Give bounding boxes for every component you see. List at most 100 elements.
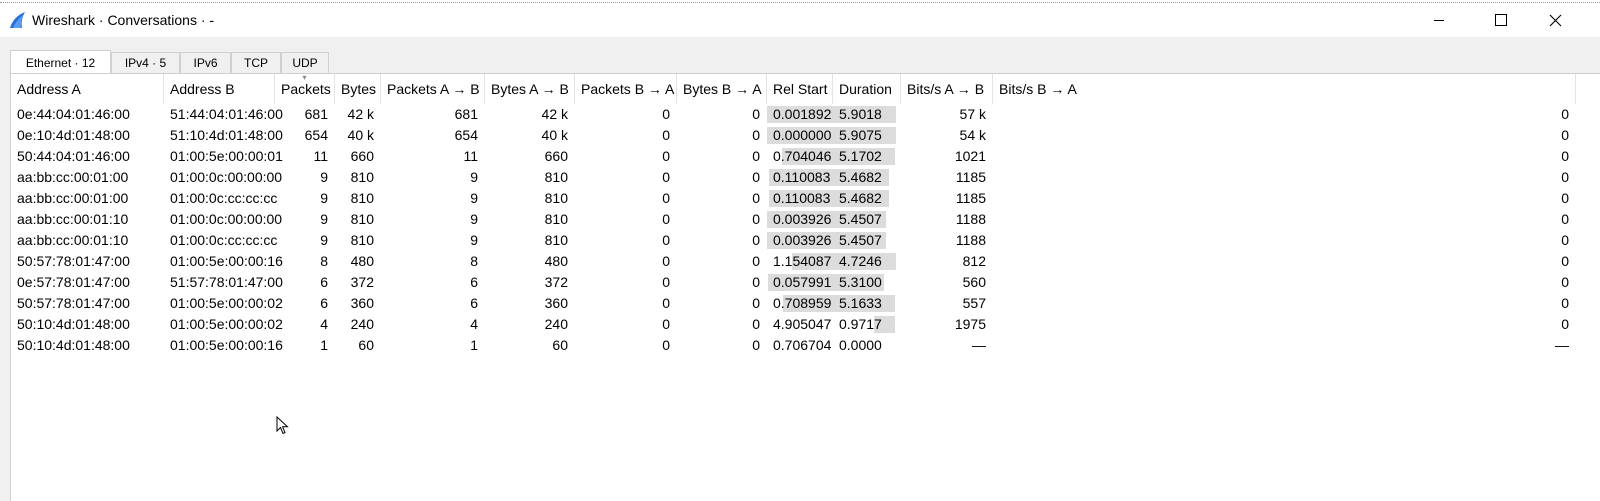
cell-address-a: aa:bb:cc:00:01:00 <box>17 169 129 185</box>
column-header-packets-b-to-a[interactable]: Packets B → A <box>575 74 677 104</box>
cell-bytes: 810 <box>350 190 374 206</box>
column-header-packets[interactable]: Packets ▾ <box>275 74 335 104</box>
cell-packets-b-to-a: 0 <box>662 316 670 332</box>
column-header-bits-b-to-a[interactable]: Bits/s B → A <box>993 74 1576 104</box>
table-row[interactable]: aa:bb:cc:00:01:00 01:00:0c:cc:cc:cc 9 810 9 8… <box>11 188 1600 209</box>
cell-address-a: 50:57:78:01:47:00 <box>17 253 130 269</box>
cell-packets-a-to-b: 9 <box>470 169 478 185</box>
column-header-bits-a-to-b[interactable]: Bits/s A → B <box>901 74 993 104</box>
cell-rel-start: 0.708959 <box>773 295 832 311</box>
tab-tcp[interactable]: TCP <box>231 52 281 73</box>
cell-bytes-b-to-a: 0 <box>752 148 760 164</box>
cell-rel-start: 1.154087 <box>773 253 832 269</box>
cell-bytes: 360 <box>350 295 374 311</box>
table-row[interactable]: aa:bb:cc:00:01:00 01:00:0c:00:00:00 9 810 9 8… <box>11 167 1600 188</box>
cell-bits-a-to-b: 57 k <box>959 106 986 122</box>
cell-bytes: 240 <box>350 316 374 332</box>
cell-rel-start: 4.905047 <box>773 316 832 332</box>
cell-bits-b-to-a: 0 <box>1561 148 1569 164</box>
cell-address-a: aa:bb:cc:00:01:10 <box>17 211 129 227</box>
column-header-label: Address B <box>170 81 235 97</box>
cell-address-b: 01:00:0c:cc:cc:cc <box>170 232 278 248</box>
table-row[interactable]: aa:bb:cc:00:01:10 01:00:0c:00:00:00 9 810 9 8… <box>11 209 1600 230</box>
cell-bytes-b-to-a: 0 <box>752 295 760 311</box>
cell-packets-a-to-b: 681 <box>454 106 478 122</box>
cell-bytes: 810 <box>350 211 374 227</box>
cell-address-b: 51:57:78:01:47:00 <box>170 274 283 290</box>
column-header-bytes-a-to-b[interactable]: Bytes A → B <box>485 74 575 104</box>
tab-ipv6[interactable]: IPv6 <box>180 52 231 73</box>
tab-udp[interactable]: UDP <box>281 52 329 73</box>
cell-bytes-a-to-b: 240 <box>544 316 568 332</box>
table-row[interactable]: 0e:44:04:01:46:00 51:44:04:01:46:00 681 42 … <box>11 104 1600 125</box>
table-row[interactable]: 50:10:4d:01:48:00 01:00:5e:00:00:16 1 60 1 60… <box>11 335 1600 356</box>
cell-packets: 8 <box>320 253 328 269</box>
cell-address-b: 01:00:5e:00:00:16 <box>170 337 283 353</box>
conversations-table[interactable]: Address A Address B Packets ▾ Bytes Packets A… <box>10 73 1600 501</box>
cell-packets-a-to-b: 654 <box>454 127 478 143</box>
cell-bytes-a-to-b: 810 <box>544 169 568 185</box>
cell-rel-start: 0.110083 <box>773 190 831 206</box>
cell-packets-a-to-b: 4 <box>470 316 478 332</box>
table-row[interactable]: 50:57:78:01:47:00 01:00:5e:00:00:16 8 480 8 4… <box>11 251 1600 272</box>
cell-bytes: 810 <box>350 232 374 248</box>
minimize-button[interactable] <box>1416 5 1462 35</box>
table-row[interactable]: 50:10:4d:01:48:00 01:00:5e:00:00:02 4 240 4 2… <box>11 314 1600 335</box>
cell-duration: 5.4682 <box>839 169 882 185</box>
column-header-packets-a-to-b[interactable]: Packets A → B <box>381 74 485 104</box>
cell-address-a: 0e:44:04:01:46:00 <box>17 106 130 122</box>
table-row[interactable]: 50:44:04:01:46:00 01:00:5e:00:00:01 11 660 1… <box>11 146 1600 167</box>
table-row[interactable]: 0e:10:4d:01:48:00 51:10:4d:01:48:00 654 40 … <box>11 125 1600 146</box>
table-row[interactable]: aa:bb:cc:00:01:10 01:00:0c:cc:cc:cc 9 810 9 8… <box>11 230 1600 251</box>
cell-duration: 5.1702 <box>839 148 882 164</box>
table-header: Address A Address B Packets ▾ Bytes Packets A… <box>11 74 1600 104</box>
column-header-bytes[interactable]: Bytes <box>335 74 381 104</box>
table-row[interactable]: 0e:57:78:01:47:00 51:57:78:01:47:00 6 372 6 3… <box>11 272 1600 293</box>
cell-packets-a-to-b: 9 <box>470 190 478 206</box>
close-button[interactable] <box>1532 5 1578 35</box>
column-header-duration[interactable]: Duration <box>833 74 901 104</box>
cell-duration: 5.1633 <box>839 295 882 311</box>
cell-packets-a-to-b: 6 <box>470 295 478 311</box>
cell-bits-a-to-b: 1188 <box>955 232 986 248</box>
cell-bits-b-to-a: 0 <box>1561 295 1569 311</box>
wireshark-fin-icon <box>10 12 25 28</box>
title-bar[interactable]: Wireshark · Conversations · - <box>0 5 1600 37</box>
cell-bytes-a-to-b: 372 <box>544 274 568 290</box>
cell-packets: 1 <box>320 337 328 353</box>
cell-packets: 654 <box>304 127 328 143</box>
cell-bytes: 42 k <box>347 106 374 122</box>
column-header-label: Packets A → B <box>387 81 480 97</box>
column-header-label: Address A <box>17 81 81 97</box>
tab-ethernet[interactable]: Ethernet · 12 <box>10 50 111 74</box>
cell-bytes: 480 <box>350 253 374 269</box>
cell-bytes-b-to-a: 0 <box>752 232 760 248</box>
cell-address-b: 01:00:5e:00:00:01 <box>170 148 283 164</box>
column-header-rel-start[interactable]: Rel Start <box>767 74 833 104</box>
cell-packets: 9 <box>320 190 328 206</box>
table-row[interactable]: 50:57:78:01:47:00 01:00:5e:00:00:02 6 360 6 3… <box>11 293 1600 314</box>
cell-packets-a-to-b: 9 <box>470 232 478 248</box>
cell-bytes: 372 <box>350 274 374 290</box>
maximize-button[interactable] <box>1478 5 1524 35</box>
cell-bits-b-to-a: 0 <box>1561 316 1569 332</box>
cell-packets-b-to-a: 0 <box>662 295 670 311</box>
cell-bytes: 60 <box>358 337 374 353</box>
column-header-bytes-b-to-a[interactable]: Bytes B → A <box>677 74 767 104</box>
cell-bits-b-to-a: 0 <box>1561 106 1569 122</box>
cell-bits-a-to-b: 54 k <box>959 127 986 143</box>
cell-bits-a-to-b: 1185 <box>955 169 986 185</box>
cell-bytes: 40 k <box>347 127 374 143</box>
cell-duration: 5.3100 <box>839 274 882 290</box>
cell-packets-a-to-b: 11 <box>463 148 478 164</box>
column-header-label: Duration <box>839 81 892 97</box>
cell-packets: 6 <box>320 274 328 290</box>
cell-packets-a-to-b: 9 <box>470 211 478 227</box>
column-header-address-a[interactable]: Address A <box>11 74 164 104</box>
cell-bits-a-to-b: 557 <box>962 295 986 311</box>
cell-address-b: 51:44:04:01:46:00 <box>170 106 283 122</box>
cell-address-a: 50:57:78:01:47:00 <box>17 295 130 311</box>
cell-bytes-a-to-b: 480 <box>544 253 568 269</box>
column-header-address-b[interactable]: Address B <box>164 74 275 104</box>
tab-ipv4[interactable]: IPv4 · 5 <box>111 52 180 73</box>
